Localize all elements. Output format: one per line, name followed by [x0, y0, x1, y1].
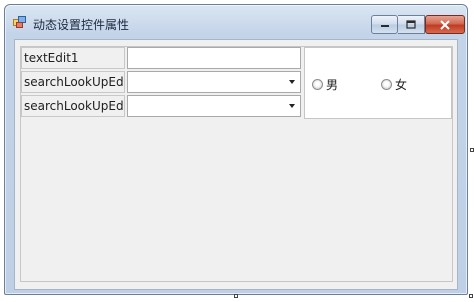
search-lookup-edit-1[interactable] — [127, 71, 301, 93]
close-button[interactable] — [425, 15, 465, 34]
minimize-button[interactable] — [371, 15, 398, 34]
resize-handle-right[interactable] — [470, 148, 474, 152]
radio-label: 女 — [395, 78, 408, 92]
window-title: 动态设置控件属性 — [33, 18, 130, 32]
radio-female[interactable]: 女 — [381, 76, 407, 93]
resize-handle-corner[interactable] — [469, 294, 473, 298]
app-window: 动态设置控件属性 textEdit1 searchLookUpEd search… — [4, 4, 468, 295]
radio-circle-icon[interactable] — [381, 79, 392, 90]
search-lookup-edit-2[interactable] — [127, 95, 301, 117]
radio-male[interactable]: 男 — [312, 76, 338, 93]
row-label: textEdit1 — [21, 47, 125, 69]
maximize-icon — [406, 20, 416, 29]
layout-control: textEdit1 searchLookUpEdit1 searchLookUp… — [20, 46, 453, 282]
text-edit-input[interactable] — [127, 47, 301, 69]
row-search-lookup-1: searchLookUpEdit1 — [21, 71, 303, 95]
row-search-lookup-2: searchLookUpEdit2 — [21, 95, 303, 119]
form-client-area: textEdit1 searchLookUpEdit1 searchLookUp… — [14, 39, 458, 290]
dropdown-arrow-icon[interactable] — [289, 104, 295, 108]
row-text-edit: textEdit1 — [21, 47, 303, 71]
row-label: searchLookUpEdit2 — [21, 95, 125, 117]
row-label: searchLookUpEdit1 — [21, 71, 125, 93]
empty-layout-area — [21, 121, 452, 281]
radio-circle-icon[interactable] — [312, 79, 323, 90]
minimize-icon — [380, 24, 389, 27]
app-form-icon — [13, 16, 26, 28]
maximize-button[interactable] — [398, 15, 425, 34]
close-icon — [440, 19, 450, 30]
dropdown-arrow-icon[interactable] — [289, 80, 295, 84]
radio-label: 男 — [326, 78, 339, 92]
gender-radio-group: 男 女 — [304, 47, 452, 119]
resize-handle-bottom[interactable] — [234, 294, 238, 298]
editor-group: textEdit1 searchLookUpEdit1 searchLookUp… — [21, 47, 303, 119]
title-bar[interactable]: 动态设置控件属性 — [5, 5, 467, 35]
